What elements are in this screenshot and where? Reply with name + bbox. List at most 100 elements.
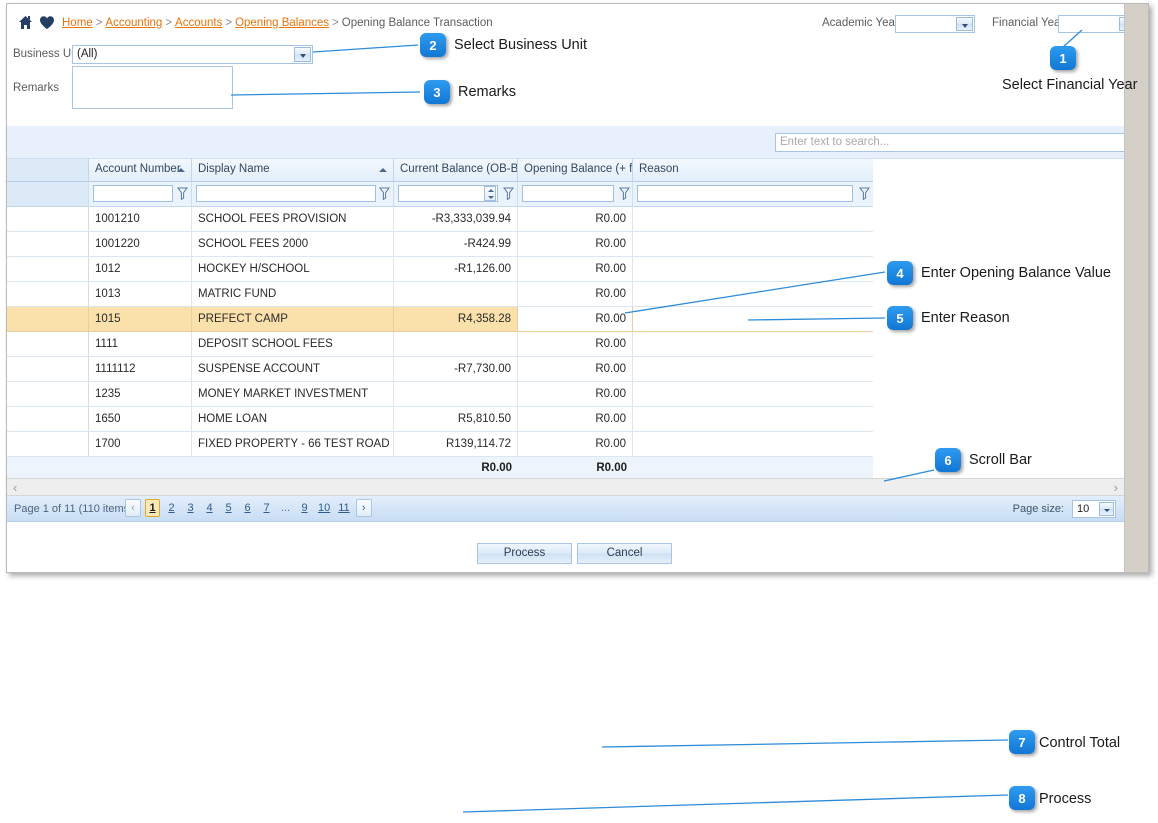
table-row[interactable]: 1700 FIXED PROPERTY - 66 TEST ROAD R139,11… — [7, 432, 873, 457]
column-header-reason[interactable]: Reason — [633, 159, 873, 182]
search-input[interactable]: Enter text to search... — [775, 133, 1124, 152]
sort-ascending-icon — [379, 168, 387, 172]
filter-input-current-balance[interactable] — [398, 185, 498, 202]
pagination-page-1[interactable]: 1 — [145, 499, 160, 517]
chevron-down-icon[interactable] — [1099, 502, 1114, 516]
home-icon[interactable] — [18, 15, 33, 30]
breadcrumb-item-opening-balances[interactable]: Opening Balances — [235, 17, 329, 29]
column-header-label: Account Number — [95, 163, 181, 175]
chevron-down-icon[interactable] — [294, 47, 311, 62]
pagination-page-5[interactable]: 5 — [221, 499, 236, 517]
row-picker-cell — [7, 207, 89, 232]
cell-display-name: SCHOOL FEES 2000 — [192, 232, 394, 257]
cell-current-balance: R139,114.72 — [394, 432, 518, 457]
cancel-button[interactable]: Cancel — [577, 543, 672, 564]
row-picker-cell — [7, 432, 89, 457]
column-header-opening-balance[interactable]: Opening Balance (+ for D — [518, 159, 633, 182]
cell-opening-balance: R0.00 — [518, 257, 633, 282]
cell-reason — [633, 282, 873, 307]
pagination-page-10[interactable]: 10 — [316, 499, 332, 517]
filter-input-account-number[interactable] — [93, 185, 173, 202]
cell-account-number: 1013 — [89, 282, 192, 307]
cell-current-balance: -R7,730.00 — [394, 357, 518, 382]
grid-toolbar: Enter text to search... — [7, 126, 1124, 159]
table-row[interactable]: 1111112 SUSPENSE ACCOUNT -R7,730.00 R0.00 — [7, 357, 873, 382]
cell-current-balance — [394, 332, 518, 357]
cell-display-name: HOME LOAN — [192, 407, 394, 432]
financial-year-dropdown[interactable] — [1058, 15, 1124, 33]
horizontal-scrollbar[interactable]: ‹ › — [7, 478, 1124, 496]
row-picker-cell — [7, 357, 89, 382]
process-button[interactable]: Process — [477, 543, 572, 564]
cell-current-balance: -R3,333,039.94 — [394, 207, 518, 232]
row-picker-cell — [7, 307, 89, 332]
pagination-page-7[interactable]: 7 — [259, 499, 274, 517]
filter-funnel-icon[interactable] — [503, 187, 514, 201]
cell-opening-balance: R0.00 — [518, 282, 633, 307]
table-row[interactable]: 1012 HOCKEY H/SCHOOL -R1,126.00 R0.00 — [7, 257, 873, 282]
cell-reason — [633, 232, 873, 257]
cell-opening-balance: R0.00 — [518, 232, 633, 257]
academic-year-dropdown[interactable] — [895, 15, 975, 33]
filter-funnel-icon[interactable] — [177, 187, 188, 201]
cell-reason — [633, 207, 873, 232]
filter-funnel-icon[interactable] — [859, 187, 870, 201]
filter-input-display-name[interactable] — [196, 185, 376, 202]
page-size-label: Page size: — [1012, 503, 1064, 515]
column-header-current-balance[interactable]: Current Balance (OB-Busi — [394, 159, 518, 182]
remarks-textarea[interactable] — [72, 66, 233, 109]
pagination-page-2[interactable]: 2 — [164, 499, 179, 517]
column-header-display-name[interactable]: Display Name — [192, 159, 394, 182]
breadcrumb-separator: > — [95, 17, 103, 29]
pagination-next[interactable]: › — [355, 499, 372, 517]
column-header-label: Display Name — [198, 163, 270, 175]
cell-display-name: MATRIC FUND — [192, 282, 394, 307]
table-row[interactable]: 1650 HOME LOAN R5,810.50 R0.00 — [7, 407, 873, 432]
row-picker-cell — [7, 232, 89, 257]
column-header-account-number[interactable]: Account Number — [89, 159, 192, 182]
pagination-page-9[interactable]: 9 — [297, 499, 312, 517]
pagination-previous[interactable]: ‹ — [125, 499, 141, 517]
scroll-right-icon[interactable]: › — [1114, 481, 1118, 494]
page-size-dropdown[interactable]: 10 — [1072, 500, 1116, 518]
callout-badge-4: 4 — [887, 261, 913, 285]
filter-funnel-icon[interactable] — [379, 187, 390, 201]
filter-input-reason[interactable] — [637, 185, 853, 202]
filter-cell-display-name — [192, 182, 394, 207]
cell-opening-balance: R0.00 — [518, 432, 633, 457]
cell-current-balance: -R424.99 — [394, 232, 518, 257]
heart-icon[interactable] — [39, 15, 55, 30]
cell-current-balance — [394, 282, 518, 307]
breadcrumb-item-home[interactable]: Home — [62, 17, 93, 29]
spinner-buttons[interactable] — [484, 186, 496, 201]
pagination-page-11[interactable]: 11 — [336, 499, 351, 517]
business-unit-value: (All) — [77, 48, 98, 60]
breadcrumb-separator: > — [165, 17, 173, 29]
table-row[interactable]: 1001210 SCHOOL FEES PROVISION -R3,333,039.… — [7, 207, 873, 232]
breadcrumb-separator: > — [332, 17, 339, 29]
pagination-page-4[interactable]: 4 — [202, 499, 217, 517]
cell-opening-balance: R0.00 — [518, 407, 633, 432]
breadcrumb-item-accounts[interactable]: Accounts — [175, 17, 222, 29]
row-picker-cell — [7, 282, 89, 307]
column-header-picker — [7, 159, 89, 182]
table-row[interactable]: 1013 MATRIC FUND R0.00 — [7, 282, 873, 307]
cell-opening-balance: R0.00 — [518, 207, 633, 232]
table-row[interactable]: 1235 MONEY MARKET INVESTMENT R0.00 — [7, 382, 873, 407]
breadcrumb-item-accounting[interactable]: Accounting — [105, 17, 162, 29]
filter-funnel-icon[interactable] — [619, 187, 630, 201]
cell-account-number: 1001220 — [89, 232, 192, 257]
table-row[interactable]: 1015 PREFECT CAMP R4,358.28 R0.00 — [7, 307, 873, 332]
pagination-page-3[interactable]: 3 — [183, 499, 198, 517]
chevron-down-icon[interactable] — [956, 17, 973, 31]
financial-year-label: Financial Year — [992, 17, 1065, 29]
filter-input-opening-balance[interactable] — [522, 185, 614, 202]
cell-reason — [633, 332, 873, 357]
table-row[interactable]: 1001220 SCHOOL FEES 2000 -R424.99 R0.00 — [7, 232, 873, 257]
table-row[interactable]: 1111 DEPOSIT SCHOOL FEES R0.00 — [7, 332, 873, 357]
column-header-label: Current Balance (OB-Busi — [400, 163, 518, 175]
cell-opening-balance[interactable]: R0.00 — [518, 307, 633, 332]
scroll-left-icon[interactable]: ‹ — [13, 481, 17, 494]
pagination-page-6[interactable]: 6 — [240, 499, 255, 517]
business-unit-dropdown[interactable]: (All) — [72, 45, 313, 64]
